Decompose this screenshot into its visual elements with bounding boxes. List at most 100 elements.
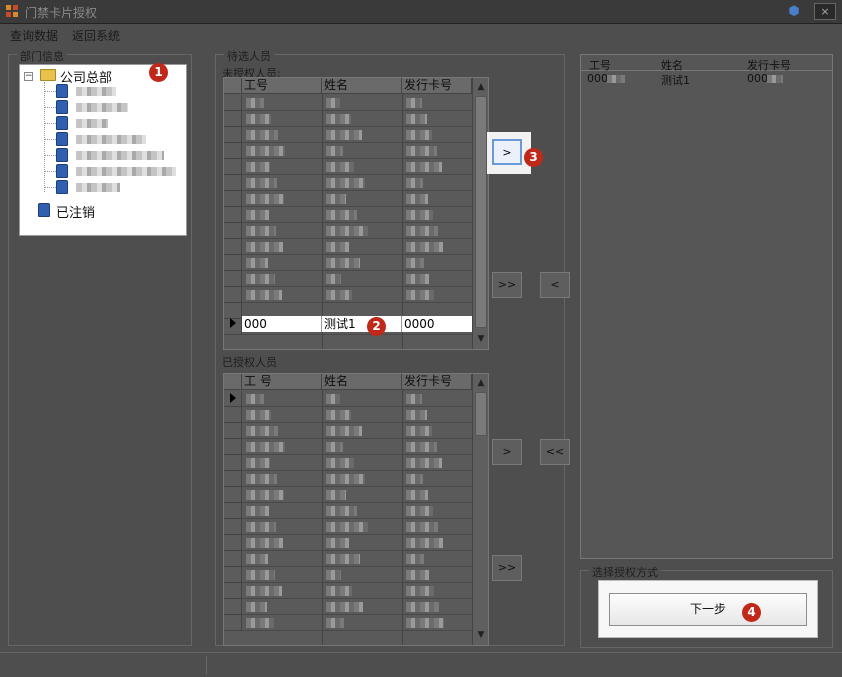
row-header[interactable] <box>224 583 242 599</box>
row-header[interactable] <box>224 455 242 471</box>
scroll-thumb[interactable] <box>475 96 487 328</box>
table-row[interactable] <box>242 271 472 287</box>
tree-node-5[interactable] <box>76 151 164 160</box>
row-header[interactable] <box>224 287 242 303</box>
table-row[interactable] <box>242 519 472 535</box>
scroll-up-icon[interactable]: ▲ <box>475 80 487 94</box>
selected-row[interactable]: 000 测试1 0000 <box>242 316 472 332</box>
table-row[interactable] <box>242 615 472 631</box>
lower-move-all-button[interactable]: >> <box>492 555 522 581</box>
row-header[interactable] <box>224 439 242 455</box>
tree-root-label[interactable]: 公司总部 <box>60 67 112 86</box>
close-button[interactable]: × <box>814 3 836 20</box>
table-row[interactable] <box>242 207 472 223</box>
table-row[interactable] <box>242 111 472 127</box>
move-back-one-button[interactable]: < <box>540 272 570 298</box>
result-col-card[interactable]: 发行卡号 <box>747 57 791 73</box>
table-row[interactable] <box>242 175 472 191</box>
table-row[interactable] <box>242 583 472 599</box>
table-row[interactable] <box>242 471 472 487</box>
table-row[interactable] <box>242 391 472 407</box>
row-header[interactable] <box>224 615 242 631</box>
row-header[interactable] <box>224 111 242 127</box>
row-header[interactable] <box>224 271 242 287</box>
col-header-name[interactable]: 姓名 <box>322 374 402 390</box>
authorized-grid[interactable]: 工 号 姓名 发行卡号 ▲ ▼ <box>223 373 489 646</box>
result-row-id[interactable]: 000 <box>587 72 608 85</box>
vertical-scrollbar[interactable]: ▲ ▼ <box>472 374 488 645</box>
row-header[interactable] <box>224 95 242 111</box>
row-header[interactable] <box>224 255 242 271</box>
table-row[interactable] <box>242 503 472 519</box>
table-row[interactable] <box>242 535 472 551</box>
next-step-button[interactable]: 下一步 <box>609 593 807 626</box>
table-row[interactable] <box>242 423 472 439</box>
result-row-name[interactable]: 测试1 <box>661 72 690 88</box>
move-all-button[interactable]: >> <box>492 272 522 298</box>
col-header-card[interactable]: 发行卡号 <box>402 78 472 94</box>
vertical-scrollbar[interactable]: ▲ ▼ <box>472 78 488 349</box>
table-row[interactable] <box>242 599 472 615</box>
row-header[interactable] <box>224 599 242 615</box>
shield-icon[interactable]: ⬢ <box>786 4 802 20</box>
move-one-button[interactable]: > <box>492 139 522 165</box>
result-col-name[interactable]: 姓名 <box>661 57 683 73</box>
scroll-up-icon[interactable]: ▲ <box>475 376 487 390</box>
scroll-thumb[interactable] <box>475 392 487 436</box>
tree-node-2[interactable] <box>76 103 128 112</box>
table-row[interactable] <box>242 551 472 567</box>
row-header[interactable] <box>224 471 242 487</box>
row-header[interactable] <box>224 143 242 159</box>
table-row[interactable] <box>242 239 472 255</box>
table-row[interactable] <box>242 159 472 175</box>
col-header-card[interactable]: 发行卡号 <box>402 374 472 390</box>
col-header-name[interactable]: 姓名 <box>322 78 402 94</box>
tree-node-1[interactable] <box>76 87 116 96</box>
table-row[interactable] <box>242 191 472 207</box>
row-header[interactable] <box>224 551 242 567</box>
table-row[interactable] <box>242 455 472 471</box>
row-header[interactable] <box>224 223 242 239</box>
table-row[interactable] <box>242 223 472 239</box>
tree-expander[interactable]: − <box>24 72 33 81</box>
tree-node-4[interactable] <box>76 135 146 144</box>
menu-query-data[interactable]: 查询数据 <box>10 27 58 44</box>
row-header[interactable] <box>224 503 242 519</box>
tree-node-3[interactable] <box>76 119 108 128</box>
table-row[interactable] <box>242 127 472 143</box>
table-row[interactable] <box>242 95 472 111</box>
unauthorized-grid[interactable]: 工号 姓名 发行卡号 ▲ ▼ 000 测试1 0000 <box>223 77 489 350</box>
tree-node-7[interactable] <box>76 183 120 192</box>
table-row[interactable] <box>242 487 472 503</box>
tree-cancelled-label[interactable]: 已注销 <box>56 202 95 221</box>
dept-tree[interactable]: − 公司总部 已注销 <box>19 64 187 236</box>
row-header[interactable] <box>224 519 242 535</box>
row-header[interactable] <box>224 407 242 423</box>
table-row[interactable] <box>242 255 472 271</box>
table-row[interactable] <box>242 143 472 159</box>
menu-return-system[interactable]: 返回系统 <box>72 27 120 44</box>
row-header[interactable] <box>224 207 242 223</box>
row-header[interactable] <box>224 567 242 583</box>
col-header-id[interactable]: 工 号 <box>242 374 322 390</box>
row-header[interactable] <box>224 175 242 191</box>
row-header[interactable] <box>224 423 242 439</box>
lower-move-one-button[interactable]: > <box>492 439 522 465</box>
authorized-result-list[interactable]: 工号 姓名 发行卡号 000 测试1 000 <box>580 54 833 559</box>
table-row[interactable] <box>242 439 472 455</box>
scroll-down-icon[interactable]: ▼ <box>475 332 487 346</box>
row-header[interactable] <box>224 159 242 175</box>
row-header[interactable] <box>224 487 242 503</box>
result-row-card[interactable]: 000 <box>747 72 768 85</box>
tree-node-6[interactable] <box>76 167 176 176</box>
row-header[interactable] <box>224 127 242 143</box>
result-col-id[interactable]: 工号 <box>589 57 611 73</box>
table-row[interactable] <box>242 407 472 423</box>
table-row[interactable] <box>242 287 472 303</box>
move-back-all-button[interactable]: << <box>540 439 570 465</box>
col-header-id[interactable]: 工号 <box>242 78 322 94</box>
row-header[interactable] <box>224 535 242 551</box>
row-header[interactable] <box>224 191 242 207</box>
scroll-down-icon[interactable]: ▼ <box>475 628 487 642</box>
table-row[interactable] <box>242 567 472 583</box>
